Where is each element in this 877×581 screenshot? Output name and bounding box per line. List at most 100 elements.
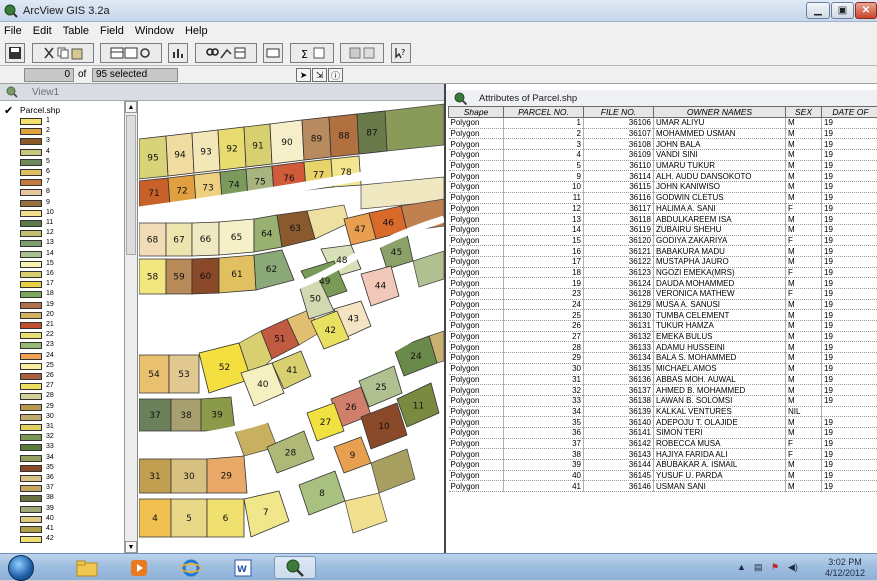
taskbar-explorer[interactable] bbox=[66, 556, 108, 579]
legend-item: 33 bbox=[20, 443, 130, 451]
layer-visible-checkbox[interactable]: ✔ bbox=[4, 104, 13, 117]
tray-network-icon[interactable]: ▤ bbox=[754, 562, 763, 573]
close-button[interactable]: ✕ bbox=[855, 2, 877, 19]
table-row[interactable]: Polygon2936134BALA S. MOHAMMEDM19 bbox=[449, 353, 877, 364]
parcel-polygon[interactable] bbox=[345, 493, 387, 533]
menu-field[interactable]: Field bbox=[100, 25, 124, 37]
table-row[interactable]: Polygon2736132EMEKA BULUSM19 bbox=[449, 331, 877, 342]
parcel-polygon[interactable] bbox=[385, 104, 444, 151]
cell-file-no: 36142 bbox=[584, 438, 654, 449]
menu-window[interactable]: Window bbox=[135, 25, 174, 37]
column-header-file-no[interactable]: FILE NO. bbox=[584, 107, 654, 118]
table-row[interactable]: Polygon1836123NGOZI EMEKA(MRS)F19 bbox=[449, 267, 877, 278]
cell-shape: Polygon bbox=[449, 139, 504, 150]
minimize-button[interactable]: ▁ bbox=[806, 2, 830, 19]
table-row[interactable]: Polygon1236117HALIMA A. SANIF19 bbox=[449, 203, 877, 214]
tray-show-hidden-icon[interactable]: ▲ bbox=[737, 562, 746, 572]
layout-tools-group[interactable] bbox=[340, 43, 384, 63]
cell-parcel-no: 29 bbox=[504, 353, 584, 364]
menu-file[interactable]: File bbox=[4, 25, 22, 37]
query-tools-group[interactable] bbox=[195, 43, 257, 63]
scroll-up-arrow[interactable]: ▲ bbox=[125, 101, 137, 113]
table-row[interactable]: Polygon1736122MUSTAPHA JAUROM19 bbox=[449, 256, 877, 267]
column-header-date-of[interactable]: DATE OF bbox=[822, 107, 877, 118]
menu-table[interactable]: Table bbox=[63, 25, 89, 37]
table-row[interactable]: Polygon3936144ABUBAKAR A. ISMAILM19 bbox=[449, 460, 877, 471]
tray-volume-icon[interactable]: ◀) bbox=[788, 562, 798, 573]
chart-button[interactable] bbox=[168, 43, 188, 63]
taskbar-arcview[interactable] bbox=[274, 556, 316, 579]
menu-help[interactable]: Help bbox=[185, 25, 208, 37]
table-row[interactable]: Polygon3736142ROBECCA MUSAF19 bbox=[449, 438, 877, 449]
table-row[interactable]: Polygon236107MOHAMMED USMANM19 bbox=[449, 128, 877, 139]
table-row[interactable]: Polygon3136136ABBAS MOH. AUWALM19 bbox=[449, 374, 877, 385]
table-row[interactable]: Polygon336108JOHN BALAM19 bbox=[449, 139, 877, 150]
table-row[interactable]: Polygon2836133ADAMU HUSSEINIM19 bbox=[449, 342, 877, 353]
taskbar-word[interactable]: W bbox=[222, 556, 264, 579]
pointer-tool[interactable]: ➤ bbox=[296, 68, 311, 82]
table-row[interactable]: Polygon3236137AHMED B. MOHAMMEDM19 bbox=[449, 385, 877, 396]
field-button[interactable] bbox=[263, 43, 283, 63]
table-row[interactable]: Polygon436109VANDI SINIM19 bbox=[449, 150, 877, 161]
menu-edit[interactable]: Edit bbox=[33, 25, 52, 37]
cell-sex: F bbox=[786, 267, 822, 278]
legend-swatch bbox=[20, 240, 42, 247]
cell-owner-name: VANDI SINI bbox=[654, 150, 786, 161]
map-display[interactable]: 9594939291908988877172737475767778686766… bbox=[139, 101, 444, 553]
table-row[interactable]: Polygon4036145YUSUF U. PARDAM19 bbox=[449, 470, 877, 481]
cell-owner-name: EMEKA BULUS bbox=[654, 331, 786, 342]
cell-owner-name: TUKUR HAMZA bbox=[654, 321, 786, 332]
cell-shape: Polygon bbox=[449, 246, 504, 257]
legend-scrollbar[interactable]: ▲ ▼ bbox=[124, 101, 137, 553]
legend-item: 12 bbox=[20, 229, 130, 237]
column-header-shape[interactable]: Shape bbox=[449, 107, 504, 118]
stats-tools-group[interactable]: Σ bbox=[290, 43, 334, 63]
select-tool[interactable]: ⇲ bbox=[312, 68, 327, 82]
column-header-parcel-no[interactable]: PARCEL NO. bbox=[504, 107, 584, 118]
table-row[interactable]: Polygon2336128VERONICA MATHEWF19 bbox=[449, 289, 877, 300]
table-row[interactable]: Polygon3336138LAWAN B. SOLOMSIM19 bbox=[449, 395, 877, 406]
taskbar-media-player[interactable] bbox=[118, 556, 160, 579]
parcel-polygon[interactable] bbox=[413, 251, 444, 287]
table-row[interactable]: Polygon2536130TUMBA CELEMENTM19 bbox=[449, 310, 877, 321]
table-row[interactable]: Polygon2436129MUSA A. SANUSIM19 bbox=[449, 299, 877, 310]
table-row[interactable]: Polygon1336118ABDULKAREEM ISAM19 bbox=[449, 214, 877, 225]
selection-status-bar: 0 of 95 selected ➤ ⇲ ⓘ bbox=[0, 66, 877, 84]
table-row[interactable]: Polygon1436119ZUBAIRU SHEHUM19 bbox=[449, 224, 877, 235]
scroll-down-arrow[interactable]: ▼ bbox=[125, 541, 137, 553]
table-row[interactable]: Polygon3436139KALKAL VENTURESNIL bbox=[449, 406, 877, 417]
scroll-thumb[interactable] bbox=[126, 115, 136, 255]
table-row[interactable]: Polygon1636121BABAKURA MADUM19 bbox=[449, 246, 877, 257]
table-row[interactable]: Polygon136106UMAR ALIYUM19 bbox=[449, 118, 877, 129]
system-clock[interactable]: 3:02 PM 4/12/2012 bbox=[825, 557, 865, 579]
layer-name[interactable]: Parcel.shp bbox=[20, 105, 60, 115]
table-row[interactable]: Polygon1536120GODIYA ZAKARIYAF19 bbox=[449, 235, 877, 246]
help-button[interactable]: ? bbox=[391, 43, 411, 63]
table-row[interactable]: Polygon536110UMARU TUKURM19 bbox=[449, 160, 877, 171]
parcel-polygon[interactable] bbox=[371, 449, 415, 493]
table-tools-group[interactable] bbox=[100, 43, 162, 63]
table-row[interactable]: Polygon1136116GODWIN CLETUSM19 bbox=[449, 192, 877, 203]
column-header-owner-names[interactable]: OWNER NAMES bbox=[654, 107, 786, 118]
table-row[interactable]: Polygon936114ALH. AUDU DANSOKOTOM19 bbox=[449, 171, 877, 182]
cell-sex: F bbox=[786, 289, 822, 300]
start-button[interactable] bbox=[8, 555, 34, 581]
cut-copy-paste-group[interactable] bbox=[32, 43, 94, 63]
legend-swatch bbox=[20, 322, 42, 329]
parcel-label: 8 bbox=[319, 489, 325, 499]
cell-sex: M bbox=[786, 321, 822, 332]
table-row[interactable]: Polygon1936124DAUDA MOHAMMEDM19 bbox=[449, 278, 877, 289]
tray-action-center-icon[interactable]: ⚑ bbox=[771, 562, 779, 573]
table-row[interactable]: Polygon3636141SIMON TERIM19 bbox=[449, 427, 877, 438]
save-button[interactable] bbox=[5, 43, 25, 63]
table-row[interactable]: Polygon1036115JOHN KANIWISOM19 bbox=[449, 182, 877, 193]
table-row[interactable]: Polygon3536140ADEPOJU T. OLAJIDEM19 bbox=[449, 417, 877, 428]
table-row[interactable]: Polygon2636131TUKUR HAMZAM19 bbox=[449, 321, 877, 332]
column-header-sex[interactable]: SEX bbox=[786, 107, 822, 118]
table-row[interactable]: Polygon3036135MICHAEL AMOSM19 bbox=[449, 363, 877, 374]
table-row[interactable]: Polygon3836143HAJIYA FARIDA ALIF19 bbox=[449, 449, 877, 460]
identify-tool[interactable]: ⓘ bbox=[328, 68, 343, 82]
taskbar-internet-explorer[interactable] bbox=[170, 556, 212, 579]
table-row[interactable]: Polygon4136146USMAN SANIM19 bbox=[449, 481, 877, 492]
maximize-button[interactable]: ▣ bbox=[831, 2, 854, 19]
